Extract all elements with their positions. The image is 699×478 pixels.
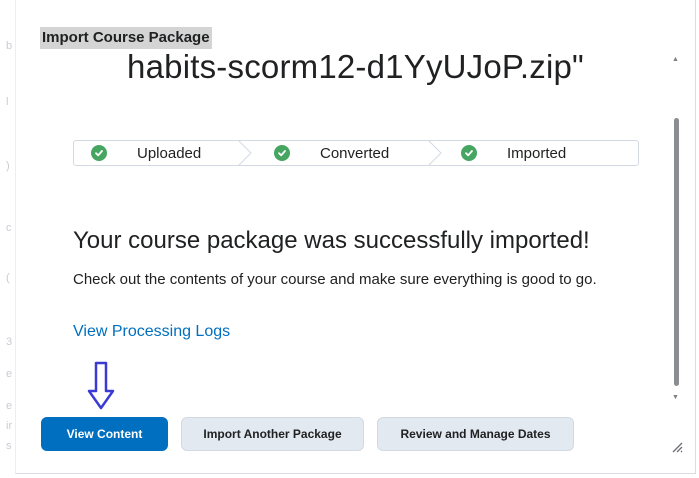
background-glyph: c [6, 222, 12, 234]
scroll-up-icon[interactable]: ▲ [672, 56, 679, 63]
review-and-manage-dates-button[interactable]: Review and Manage Dates [377, 417, 574, 451]
step-label: Imported [507, 144, 567, 162]
dialog-title: Import Course Package [40, 27, 212, 49]
background-glyph: e [6, 400, 13, 412]
check-circle-icon [91, 145, 107, 161]
view-content-button[interactable]: View Content [41, 417, 168, 451]
step-label: Converted [320, 144, 390, 162]
background-glyph: 3 [6, 336, 13, 348]
success-description: Check out the contents of your course an… [73, 271, 597, 288]
step-converted: Converted [274, 141, 389, 165]
import-progress-stepper: Uploaded Converted Imported [73, 140, 639, 166]
scrollbar-thumb[interactable] [674, 118, 679, 386]
dialog-scrollbar[interactable]: ▲ ▼ [668, 56, 684, 401]
background-glyph: ( [6, 272, 10, 284]
check-circle-icon [274, 145, 290, 161]
background-glyph: ir [6, 420, 13, 432]
step-imported: Imported [461, 141, 566, 165]
success-heading: Your course package was successfully imp… [73, 227, 590, 254]
background-glyph: ) [6, 160, 10, 172]
step-separator-icon [427, 140, 442, 166]
resize-grip-icon[interactable] [670, 440, 684, 454]
check-circle-icon [461, 145, 477, 161]
package-filename: habits-scorm12-d1YyUJoP.zip" [127, 48, 584, 85]
down-arrow-icon [87, 361, 115, 410]
background-glyph: l [6, 96, 9, 108]
background-glyph: e [6, 368, 13, 380]
step-separator-icon [237, 140, 252, 166]
import-another-package-button[interactable]: Import Another Package [181, 417, 364, 451]
background-glyph: s [6, 440, 12, 452]
page: b l ) c ( 3 e e ir s Import Course Packa… [0, 0, 699, 478]
scroll-down-icon[interactable]: ▼ [672, 394, 679, 401]
step-uploaded: Uploaded [91, 141, 201, 165]
step-label: Uploaded [137, 144, 202, 162]
view-processing-logs-link[interactable]: View Processing Logs [73, 323, 230, 341]
